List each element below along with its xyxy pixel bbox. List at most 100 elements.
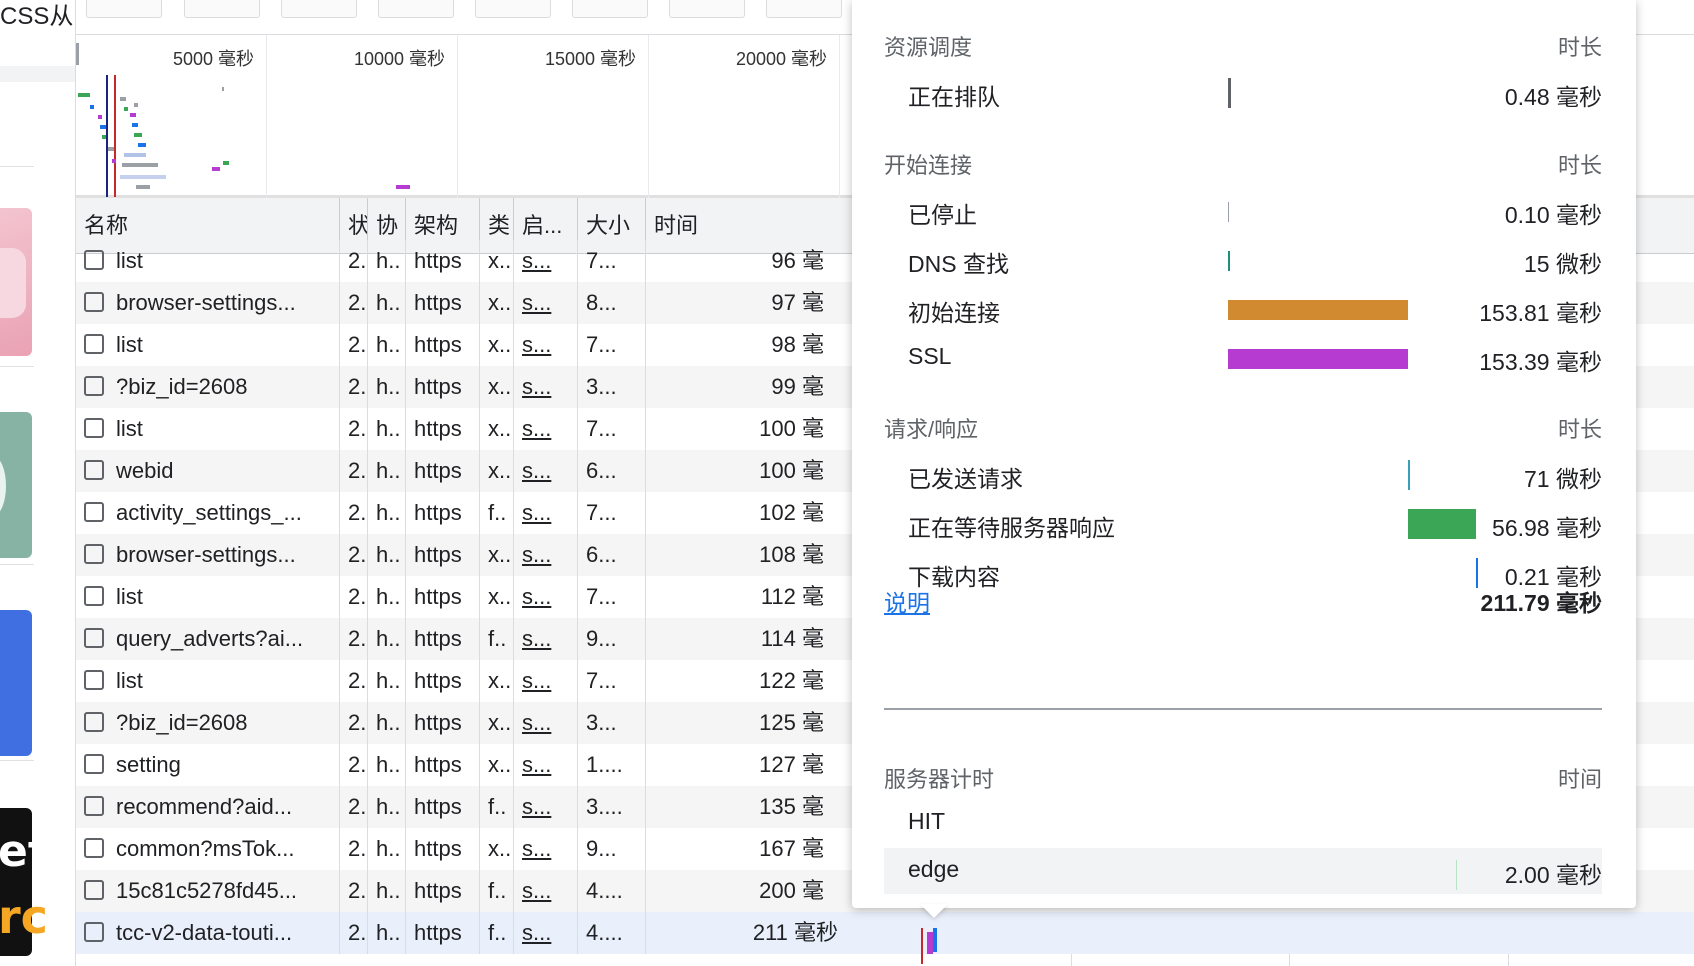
server-timing-label: 服务器计时 xyxy=(884,767,995,792)
cell-name-text: webid xyxy=(116,458,174,483)
thumbnail-image[interactable] xyxy=(0,208,32,356)
cell-time: 122 毫 xyxy=(646,660,854,702)
cell-status: 2. xyxy=(340,870,368,912)
filter-button[interactable] xyxy=(669,0,745,18)
row-checkbox[interactable] xyxy=(84,586,104,607)
row-checkbox[interactable] xyxy=(84,292,104,313)
overview-handle[interactable] xyxy=(76,43,79,65)
cell-status-text: 2. xyxy=(348,332,367,357)
cell-initiator-text[interactable]: s... xyxy=(522,542,551,567)
overview-mark xyxy=(136,185,150,189)
cell-scheme: https xyxy=(406,408,480,450)
filter-button[interactable] xyxy=(572,0,648,18)
cell-initiator-text[interactable]: s... xyxy=(522,878,551,903)
cell-status-text: 2. xyxy=(348,584,367,609)
cell-time-text: 125 毫 xyxy=(759,710,824,735)
row-checkbox[interactable] xyxy=(84,250,104,271)
row-checkbox[interactable] xyxy=(84,880,104,901)
cell-size-text: 7... xyxy=(586,416,617,441)
cell-status-text: 2. xyxy=(348,752,367,777)
cell-name: ?biz_id=2608 xyxy=(76,702,340,744)
cell-protocol-text: h.. xyxy=(376,626,401,651)
cell-initiator: s... xyxy=(514,618,578,660)
cell-scheme-text: https xyxy=(414,500,462,525)
cell-initiator-text[interactable]: s... xyxy=(522,248,551,273)
thumbnail-image[interactable]: et rc xyxy=(0,808,49,956)
divider xyxy=(0,564,34,565)
cell-size-text: 1.... xyxy=(586,752,623,777)
cell-time-text: 127 毫 xyxy=(759,752,824,777)
row-checkbox[interactable] xyxy=(84,922,104,943)
cell-time-text: 100 毫 xyxy=(759,416,824,441)
overview-mark xyxy=(122,163,158,167)
cell-scheme: https xyxy=(406,786,480,828)
cell-initiator-text[interactable]: s... xyxy=(522,416,551,441)
cell-name: list xyxy=(76,576,340,618)
cell-initiator: s... xyxy=(514,744,578,786)
cell-initiator-text[interactable]: s... xyxy=(522,332,551,357)
dom-content-loaded-marker xyxy=(106,75,108,197)
row-checkbox[interactable] xyxy=(84,418,104,439)
cell-time-text: 98 毫 xyxy=(771,332,824,357)
thumbnail-image[interactable] xyxy=(0,610,32,756)
cell-scheme-text: https xyxy=(414,290,462,315)
filter-button[interactable] xyxy=(475,0,551,18)
cell-protocol-text: h.. xyxy=(376,374,401,399)
row-checkbox[interactable] xyxy=(84,712,104,733)
filter-button[interactable] xyxy=(378,0,454,18)
overview-gridline xyxy=(457,35,458,199)
filter-button[interactable] xyxy=(281,0,357,18)
explanation-link[interactable]: 说明 xyxy=(884,590,930,616)
cell-time: 167 毫 xyxy=(646,828,854,870)
cell-type: f.. xyxy=(480,618,514,660)
table-row[interactable]: tcc-v2-data-touti... 2. h.. https f.. s... 4..… xyxy=(76,912,1694,954)
row-checkbox[interactable] xyxy=(84,334,104,355)
row-checkbox[interactable] xyxy=(84,502,104,523)
cell-type: x.. xyxy=(480,744,514,786)
row-checkbox[interactable] xyxy=(84,460,104,481)
cell-type-text: x.. xyxy=(488,752,512,777)
cell-status: 2. xyxy=(340,240,368,282)
row-checkbox[interactable] xyxy=(84,628,104,649)
cell-initiator-text[interactable]: s... xyxy=(522,794,551,819)
cell-protocol: h.. xyxy=(368,576,406,618)
row-checkbox[interactable] xyxy=(84,670,104,691)
timing-bar xyxy=(1228,251,1230,271)
cell-initiator-text[interactable]: s... xyxy=(522,920,551,945)
cell-initiator-text[interactable]: s... xyxy=(522,374,551,399)
overview-tick-label: 5000 毫秒 xyxy=(172,49,254,69)
cell-initiator-text[interactable]: s... xyxy=(522,290,551,315)
cell-name-text: ?biz_id=2608 xyxy=(116,374,248,399)
timing-item-label: 已发送请求 xyxy=(908,466,1023,492)
row-checkbox[interactable] xyxy=(84,838,104,859)
cell-scheme-text: https xyxy=(414,626,462,651)
filter-button[interactable] xyxy=(184,0,260,18)
timing-duration-column: 时长 xyxy=(1557,35,1602,60)
row-checkbox[interactable] xyxy=(84,544,104,565)
cell-initiator-text[interactable]: s... xyxy=(522,752,551,777)
cell-initiator-text[interactable]: s... xyxy=(522,500,551,525)
cell-initiator-text[interactable]: s... xyxy=(522,668,551,693)
overview-mark xyxy=(222,87,224,91)
timing-popover: 资源调度 时长 正在排队 0.48 毫秒 开始连接 时长 已停止 0.10 毫秒 DNS 查找 1… xyxy=(852,0,1636,908)
cell-name-text: browser-settings... xyxy=(116,542,296,567)
cell-size-text: 7... xyxy=(586,668,617,693)
cell-protocol-text: h.. xyxy=(376,290,401,315)
cell-initiator-text[interactable]: s... xyxy=(522,584,551,609)
cell-initiator-text[interactable]: s... xyxy=(522,626,551,651)
row-checkbox[interactable] xyxy=(84,796,104,817)
row-checkbox[interactable] xyxy=(84,754,104,775)
devtools-network-page: { "left_panel": {"title": "CSS从", "thumb… xyxy=(0,0,1694,966)
thumbnail-image[interactable] xyxy=(0,412,32,558)
cell-initiator-text[interactable]: s... xyxy=(522,710,551,735)
timing-item-value: 56.98 毫秒 xyxy=(1492,515,1602,541)
timing-item: 已发送请求 71 微秒 xyxy=(908,460,1602,494)
cell-initiator-text[interactable]: s... xyxy=(522,458,551,483)
row-checkbox[interactable] xyxy=(84,376,104,397)
waterfall-bar xyxy=(933,928,937,952)
cell-initiator-text[interactable]: s... xyxy=(522,836,551,861)
filter-button[interactable] xyxy=(766,0,842,18)
filter-button[interactable] xyxy=(86,0,162,18)
overview-gridline xyxy=(266,35,267,199)
cell-type-text: f.. xyxy=(488,920,507,945)
